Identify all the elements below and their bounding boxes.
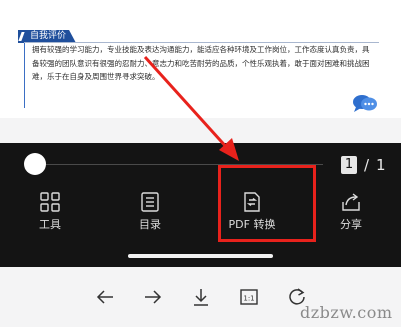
- document-page: 自我评价 拥有较强的学习能力，专业技能及表达沟通能力，能适应各种环境及工作岗位，…: [0, 0, 401, 118]
- current-page[interactable]: 1: [341, 156, 357, 174]
- share-label: 分享: [340, 218, 362, 231]
- share-icon: [342, 193, 360, 211]
- contents-button[interactable]: 目录: [120, 191, 180, 232]
- list-icon: [141, 192, 159, 212]
- home-indicator: [128, 254, 273, 258]
- arrow-left-icon[interactable]: [95, 287, 115, 307]
- chat-icon[interactable]: [352, 93, 378, 113]
- highlight-box: [218, 165, 316, 242]
- body-line: 拥有较强的学习能力，专业技能及表达沟通能力，能适应各种环境及工作岗位，工作态度认…: [32, 45, 370, 54]
- tools-button[interactable]: 工具: [20, 191, 80, 232]
- share-button[interactable]: 分享: [321, 191, 381, 232]
- tools-label: 工具: [39, 218, 61, 231]
- total-pages: 1: [376, 156, 386, 174]
- page-separator: /: [364, 156, 370, 174]
- page-slider-thumb[interactable]: [24, 153, 46, 175]
- arrow-right-icon[interactable]: [143, 287, 163, 307]
- section-border: [24, 35, 25, 108]
- actual-size-icon[interactable]: 1:1: [239, 287, 259, 307]
- svg-text:1:1: 1:1: [243, 295, 254, 303]
- watermark: dzbzw.com: [300, 303, 393, 322]
- grid-icon: [40, 192, 60, 212]
- contents-label: 目录: [139, 218, 161, 231]
- download-icon[interactable]: [191, 287, 211, 307]
- body-line: 难，乐于在自身及周围世界寻求突破。: [32, 72, 160, 81]
- body-line: 备较强的团队意识有很强的忍耐力、意志力和吃苦耐劳的品质，个性乐观执着，敢于面对困…: [32, 58, 370, 68]
- section-body: 拥有较强的学习能力，专业技能及表达沟通能力，能适应各种环境及工作岗位，工作态度认…: [32, 43, 377, 84]
